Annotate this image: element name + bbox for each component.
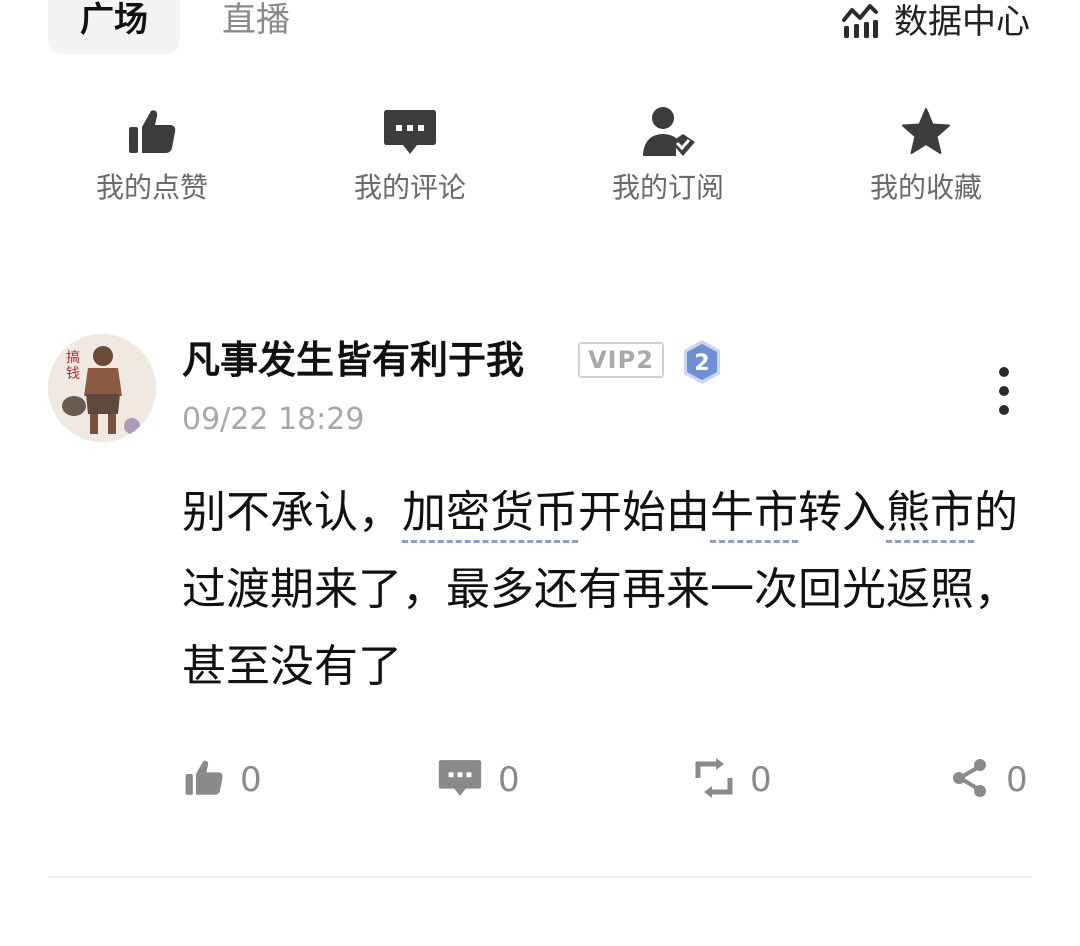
repost-button[interactable]: 0	[694, 752, 772, 808]
thumbs-up-icon	[184, 758, 224, 802]
more-options-icon[interactable]	[994, 366, 1014, 422]
star-icon	[826, 104, 1026, 160]
tab-square-label: 广场	[80, 0, 148, 40]
comment-icon	[438, 758, 482, 802]
level-badge: 2	[680, 338, 724, 390]
share-button[interactable]: 0	[950, 752, 1028, 808]
shortcut-label: 我的收藏	[869, 171, 982, 204]
level-badge-number: 2	[694, 351, 709, 376]
post-timestamp: 09/22 18:29	[182, 402, 365, 437]
username[interactable]: 凡事发生皆有利于我	[182, 336, 524, 384]
like-button[interactable]: 0	[184, 752, 262, 808]
repost-icon	[694, 758, 734, 802]
post-text: 转入	[798, 487, 886, 538]
topic-tag[interactable]: 加密货币	[402, 487, 578, 543]
tab-live[interactable]: 直播	[222, 0, 290, 40]
repost-count: 0	[750, 760, 772, 800]
post-text: 别不承认，	[182, 487, 402, 538]
shortcut-my-subscriptions[interactable]: 我的订阅	[568, 104, 768, 206]
share-icon	[950, 758, 990, 802]
shortcut-label: 我的评论	[353, 171, 466, 204]
tab-square[interactable]: 广场	[48, 0, 180, 54]
svg-text:钱: 钱	[66, 366, 80, 382]
top-tab-bar: 广场 直播 数据中心	[0, 0, 1080, 60]
chart-icon	[840, 0, 880, 44]
like-count: 0	[240, 760, 262, 800]
comment-button[interactable]: 0	[438, 752, 520, 808]
shortcut-my-comments[interactable]: 我的评论	[310, 104, 510, 206]
share-count: 0	[1006, 760, 1028, 800]
shortcut-my-likes[interactable]: 我的点赞	[52, 104, 252, 206]
svg-text:搞: 搞	[66, 350, 80, 366]
thumbs-up-icon	[52, 104, 252, 160]
data-center-label: 数据中心	[894, 2, 1030, 42]
comment-count: 0	[498, 760, 520, 800]
shortcut-row: 我的点赞 我的评论 我的订阅 我的收藏	[0, 104, 1080, 224]
avatar[interactable]: 搞 钱	[48, 334, 156, 442]
app-root: 广场 直播 数据中心 我的点赞 我的评论 我的订阅 我的收藏 搞 钱 凡事发生皆…	[0, 0, 1080, 946]
shortcut-label: 我的订阅	[611, 171, 724, 204]
post-action-bar: 0 0 0 0	[0, 752, 1080, 808]
shortcut-my-favorites[interactable]: 我的收藏	[826, 104, 1026, 206]
shortcut-label: 我的点赞	[95, 171, 208, 204]
comment-icon	[310, 104, 510, 160]
data-center-button[interactable]: 数据中心	[840, 0, 1030, 44]
vip-badge: VIP2	[578, 342, 664, 378]
subscribe-user-icon	[568, 104, 768, 160]
topic-tag[interactable]: 牛市	[710, 487, 798, 543]
topic-tag[interactable]: 熊市	[886, 487, 974, 543]
post-content[interactable]: 别不承认，加密货币开始由牛市转入熊市的过渡期来了，最多还有再来一次回光返照，甚至…	[182, 474, 1022, 705]
post-divider	[48, 876, 1032, 878]
post-text: 开始由	[578, 487, 710, 538]
